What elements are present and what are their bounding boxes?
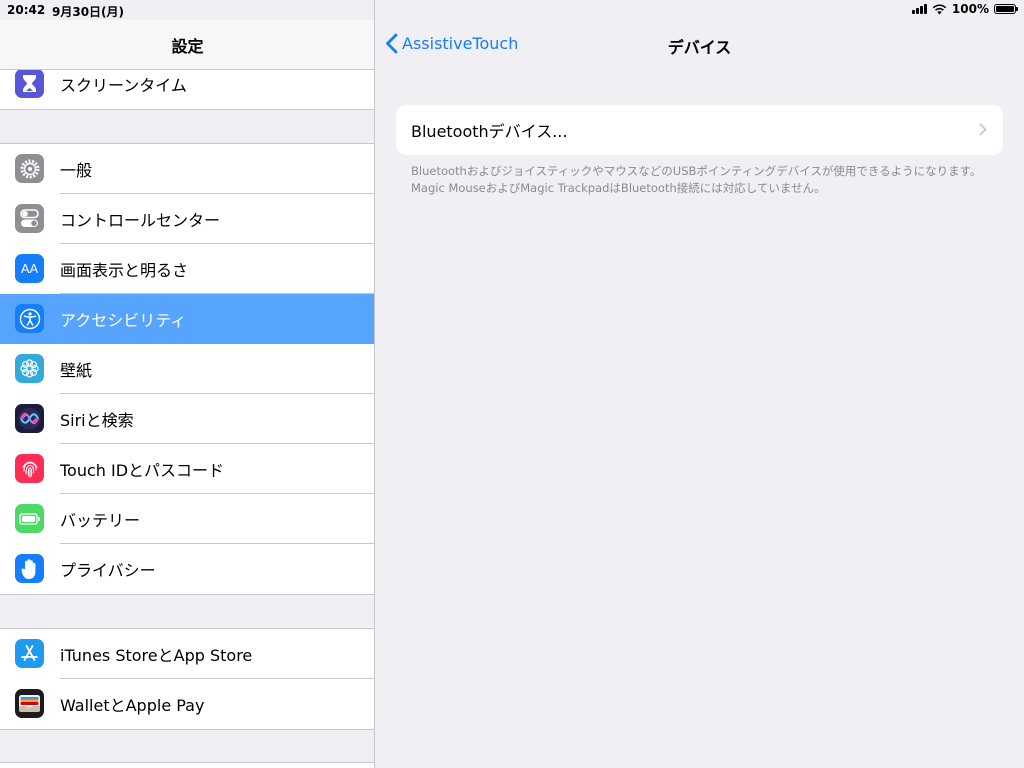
settings-sidebar: 設定 スクリーンタイム 一般 コントロールセンター AA 画面表示と明るさ アク… bbox=[0, 0, 375, 768]
hand-icon bbox=[15, 554, 44, 583]
detail-nav-bar: AssistiveTouch デバイス bbox=[375, 20, 1024, 70]
chevron-right-icon bbox=[979, 123, 987, 136]
fingerprint-icon bbox=[15, 454, 44, 483]
text-size-icon: AA bbox=[15, 254, 44, 283]
sidebar-item-control-center[interactable]: コントロールセンター bbox=[0, 194, 374, 244]
sidebar-item-siri-search[interactable]: Siriと検索 bbox=[0, 394, 374, 444]
sidebar-item-label: WalletとApple Pay bbox=[60, 696, 205, 715]
status-battery-icon bbox=[994, 4, 1018, 14]
sidebar-title: 設定 bbox=[171, 36, 204, 56]
sidebar-item-privacy[interactable]: プライバシー bbox=[0, 544, 374, 594]
status-indicators: 100% bbox=[911, 2, 1018, 16]
wallet-icon bbox=[15, 689, 44, 718]
sidebar-item-label: Touch IDとパスコード bbox=[60, 461, 225, 480]
sidebar-item-label: 一般 bbox=[60, 161, 93, 180]
toggles-icon bbox=[15, 204, 44, 233]
sidebar-item-label: アクセシビリティ bbox=[60, 311, 187, 330]
settings-group-next bbox=[0, 762, 374, 768]
accessibility-icon bbox=[15, 304, 44, 333]
settings-group-stores: iTunes StoreとApp Store WalletとApple Pay bbox=[0, 628, 374, 730]
page-title: デバイス bbox=[667, 38, 732, 57]
status-time: 20:42 bbox=[7, 3, 46, 17]
sidebar-item-general[interactable]: 一般 bbox=[0, 144, 374, 194]
sidebar-item-itunes-app-store[interactable]: iTunes StoreとApp Store bbox=[0, 629, 374, 679]
hourglass-icon bbox=[15, 69, 44, 98]
sidebar-item-accessibility[interactable]: アクセシビリティ bbox=[0, 294, 374, 344]
wifi-icon bbox=[932, 3, 947, 14]
sidebar-header: 設定 bbox=[0, 20, 374, 70]
sidebar-item-label: Siriと検索 bbox=[60, 411, 134, 430]
sidebar-item-wallpaper[interactable]: 壁紙 bbox=[0, 344, 374, 394]
detail-pane: AssistiveTouch デバイス Bluetoothデバイス... Blu… bbox=[375, 0, 1024, 768]
sidebar-item-label: バッテリー bbox=[60, 511, 141, 530]
cellular-signal-icon bbox=[911, 4, 927, 14]
sidebar-item-label: iTunes StoreとApp Store bbox=[60, 646, 253, 665]
app-store-icon bbox=[15, 639, 44, 668]
settings-screen: 設定 スクリーンタイム 一般 コントロールセンター AA 画面表示と明るさ アク… bbox=[0, 0, 1024, 768]
sidebar-item-battery[interactable]: バッテリー bbox=[0, 494, 374, 544]
gear-icon bbox=[15, 154, 44, 183]
sidebar-item-label: 画面表示と明るさ bbox=[60, 261, 189, 280]
sidebar-item-label: コントロールセンター bbox=[60, 211, 221, 230]
siri-icon bbox=[15, 404, 44, 433]
status-bar: 20:42 9月30日(月) 100% bbox=[0, 0, 1024, 20]
sidebar-item-label: プライバシー bbox=[60, 561, 156, 580]
status-date: 9月30日(月) bbox=[52, 5, 125, 19]
battery-percentage: 100% bbox=[951, 2, 989, 16]
flower-icon bbox=[15, 354, 44, 383]
sidebar-item-wallet-apple-pay[interactable]: WalletとApple Pay bbox=[0, 679, 374, 729]
bluetooth-devices-row[interactable]: Bluetoothデバイス... bbox=[396, 105, 1003, 155]
bluetooth-footnote: BluetoothおよびジョイスティックやマウスなどのUSBポインティングデバイ… bbox=[411, 164, 982, 195]
battery-icon bbox=[15, 504, 44, 533]
sidebar-item-label: 壁紙 bbox=[60, 361, 93, 380]
settings-group-general: 一般 コントロールセンター AA 画面表示と明るさ アクセシビリティ 壁紙 Si… bbox=[0, 143, 374, 595]
sidebar-item-display-brightness[interactable]: AA 画面表示と明るさ bbox=[0, 244, 374, 294]
bluetooth-devices-label: Bluetoothデバイス... bbox=[411, 122, 568, 141]
sidebar-item-touch-id-passcode[interactable]: Touch IDとパスコード bbox=[0, 444, 374, 494]
